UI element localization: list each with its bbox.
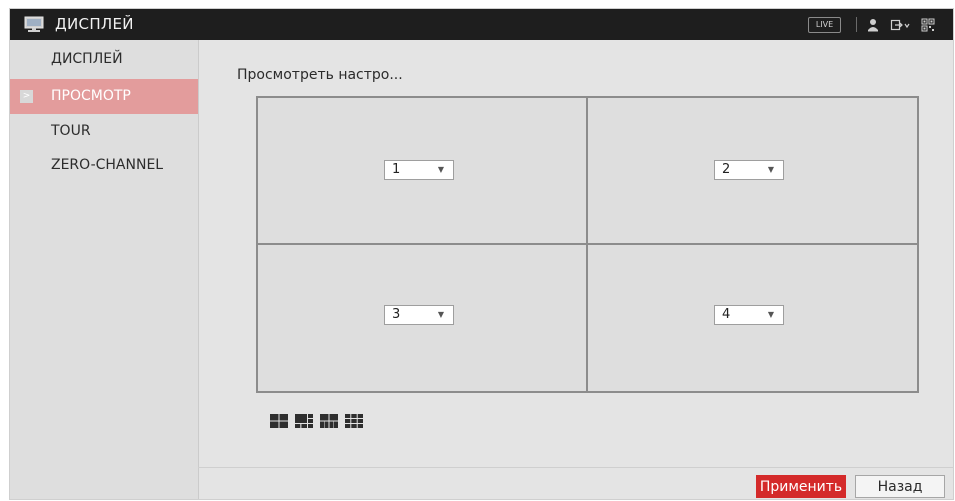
channel-select-value: 1 [392, 162, 401, 177]
channel-select-value: 3 [392, 307, 401, 322]
header-divider [856, 17, 857, 32]
sidebar-item-view[interactable]: > ПРОСМОТР [10, 79, 198, 114]
sidebar-item-label: ZERO-CHANNEL [51, 157, 164, 173]
logout-icon[interactable] [890, 17, 912, 36]
channel-select-2[interactable]: 2 ▼ [714, 160, 784, 180]
layout-6-icon[interactable] [295, 413, 313, 432]
grid-divider-horizontal [258, 243, 917, 245]
footer-divider [198, 467, 953, 468]
layout-9-icon[interactable] [345, 413, 363, 432]
sidebar-item-label: ДИСПЛЕЙ [51, 51, 123, 67]
channel-select-3[interactable]: 3 ▼ [384, 305, 454, 325]
sidebar-item-zero-channel[interactable]: ZERO-CHANNEL [10, 148, 198, 183]
live-button[interactable]: LIVE [808, 17, 841, 33]
monitor-icon [24, 16, 44, 37]
sidebar-item-display[interactable]: ДИСПЛЕЙ [10, 42, 198, 77]
dropdown-arrow-icon: ▼ [767, 310, 774, 319]
dropdown-arrow-icon: ▼ [437, 165, 444, 174]
apply-button[interactable]: Применить [756, 475, 846, 498]
qr-code-icon[interactable] [921, 17, 935, 36]
layout-4-icon[interactable] [270, 413, 288, 432]
top-bar: ДИСПЛЕЙ LIVE [10, 9, 953, 40]
channel-select-value: 4 [722, 307, 731, 322]
layout-8-icon[interactable] [320, 413, 338, 432]
sidebar-item-label: TOUR [51, 123, 91, 139]
sidebar: ДИСПЛЕЙ > ПРОСМОТР TOUR ZERO-CHANNEL [10, 40, 199, 499]
chevron-right-icon: > [20, 90, 33, 103]
back-button[interactable]: Назад [855, 475, 945, 498]
dropdown-arrow-icon: ▼ [437, 310, 444, 319]
page-title: ДИСПЛЕЙ [55, 15, 134, 33]
settings-window: ДИСПЛЕЙ LIVE ДИСПЛЕЙ > ПРОСМОТР TOUR ZER… [9, 8, 954, 500]
channel-select-value: 2 [722, 162, 731, 177]
channel-select-1[interactable]: 1 ▼ [384, 160, 454, 180]
dropdown-arrow-icon: ▼ [767, 165, 774, 174]
channel-select-4[interactable]: 4 ▼ [714, 305, 784, 325]
view-layout-grid: 1 ▼ 2 ▼ 3 ▼ 4 ▼ [256, 96, 919, 393]
sidebar-item-label: ПРОСМОТР [51, 88, 131, 104]
user-icon[interactable] [867, 17, 879, 36]
sidebar-item-tour[interactable]: TOUR [10, 114, 198, 149]
section-title: Просмотреть настро... [237, 67, 403, 83]
